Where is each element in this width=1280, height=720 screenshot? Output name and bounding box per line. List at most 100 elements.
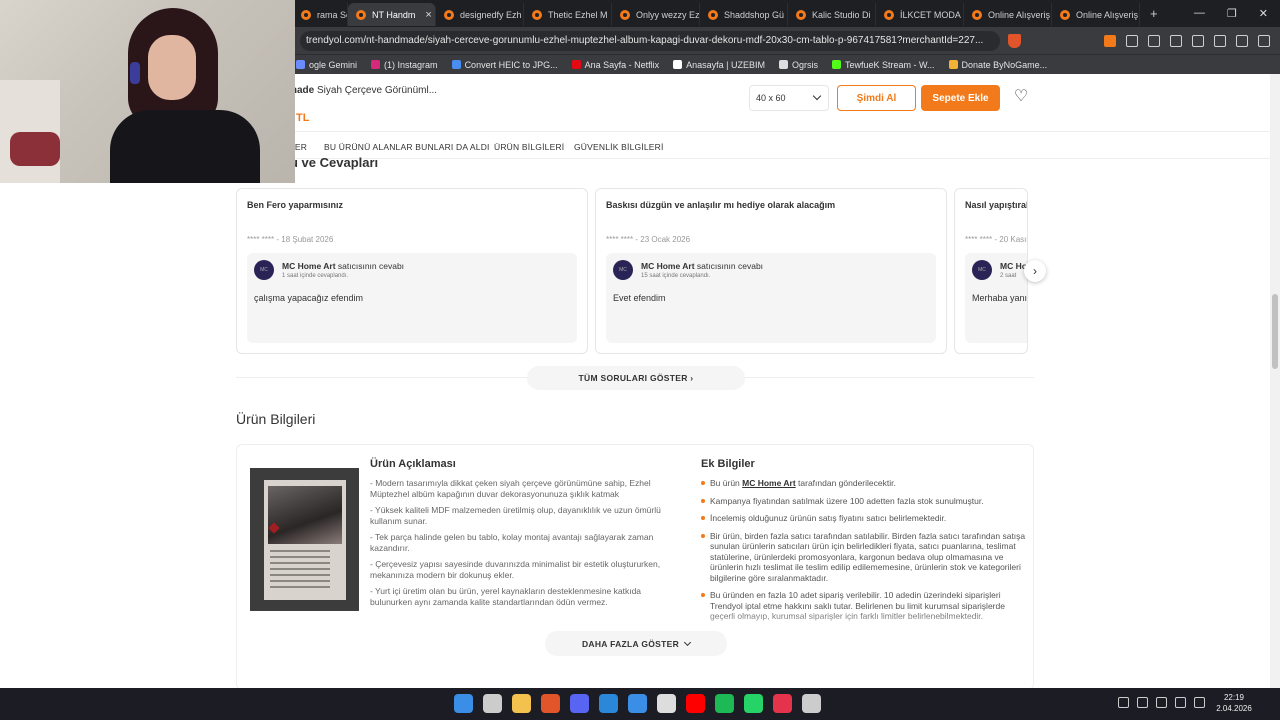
seller-avatar: MC [972, 260, 992, 280]
poster-photo [268, 486, 342, 544]
bookmark-label: TewfueK Stream - W... [845, 59, 935, 70]
clock-date: 2.04.2026 [1216, 704, 1252, 713]
bookmark-label: Anasayfa | UZEBIM [686, 59, 765, 70]
answer-time: 1 saat içinde cevaplandı. [282, 273, 349, 279]
reading-list-icon[interactable] [1148, 34, 1160, 47]
show-more-button[interactable]: DAHA FAZLA GÖSTER [545, 631, 727, 656]
browser-tab[interactable]: Shaddshop Gü [700, 3, 788, 26]
page-scrollbar[interactable] [1270, 74, 1280, 688]
question-card: Nasıl yapıştırabil **** **** - 20 Kasım MC… [954, 188, 1028, 354]
chevron-down-icon [683, 638, 692, 646]
browser-tab[interactable]: Onlyy wezzy Ez [612, 3, 700, 26]
bookmark-favicon-icon [673, 60, 683, 69]
question-card: Ben Fero yaparmısınız **** **** - 18 Şuba… [236, 188, 588, 354]
size-select[interactable]: 40 x 60 [749, 85, 829, 111]
clock-time: 22:19 [1223, 693, 1245, 702]
restore-icon[interactable]: ❐ [1227, 7, 1237, 20]
bookmark-item[interactable]: (1) Instagram [371, 60, 438, 70]
seller-link[interactable]: MC Home Art [742, 478, 796, 488]
taskbar-app-icon[interactable] [715, 694, 734, 713]
microphone-icon[interactable] [1137, 697, 1148, 708]
network-icon[interactable] [1156, 697, 1167, 708]
taskbar-app-icon[interactable] [512, 694, 531, 713]
close-window-icon[interactable]: ✕ [1259, 7, 1268, 20]
browser-tab[interactable]: Kalic Studio Di [788, 3, 876, 26]
url-field[interactable]: trendyol.com/nt-handmade/siyah-cerceve-g… [300, 30, 1000, 51]
clock[interactable]: 22:19 2.04.2026 [1214, 692, 1254, 714]
scrollbar-thumb[interactable] [1272, 294, 1278, 369]
question-meta: **** **** - 20 Kasım [965, 235, 1028, 244]
taskbar-app-icon[interactable] [628, 694, 647, 713]
taskbar-app-icon[interactable] [454, 694, 473, 713]
product-info-title: Ürün Bilgileri [236, 411, 316, 427]
answer-text: Merhaba yanın [972, 293, 1028, 303]
window-controls: — ❐ ✕ [1194, 7, 1280, 20]
browser-tab[interactable]: NT Handm × [348, 3, 436, 26]
seller-name-bold: MC Home Art [641, 261, 695, 271]
tab-favicon-icon [884, 9, 894, 20]
wallet-icon[interactable] [1236, 34, 1248, 47]
chevron-up-icon[interactable] [1118, 697, 1129, 708]
bookmark-item[interactable]: TewfueK Stream - W... [832, 60, 935, 70]
add-to-cart-button[interactable]: Sepete Ekle [921, 85, 1000, 111]
product-title: Siyah Çerçeve Görünüml... [314, 85, 438, 96]
browser-tab[interactable]: İLKCET MODA [876, 3, 964, 26]
bookmark-favicon-icon [371, 60, 381, 69]
tab-favicon-icon [972, 9, 982, 20]
poster-tracklist [270, 550, 330, 590]
nav-tab[interactable]: ÜRÜN BİLGİLERİ [494, 142, 564, 152]
product-info-box: Ürün Açıklaması - Modern tasarımıyla dik… [236, 444, 1034, 690]
description-item: - Tek parça halinde gelen bu tablo, kola… [370, 532, 654, 553]
extra-info-prefix: Bu ürün [710, 478, 743, 488]
browser-tab[interactable]: Thetic Ezhel M [524, 3, 612, 26]
trendyol-extension-icon[interactable] [1104, 34, 1116, 47]
taskbar-app-icon[interactable] [483, 694, 502, 713]
taskbar-app-icon[interactable] [802, 694, 821, 713]
bookmark-item[interactable]: Convert HEIC to JPG... [451, 60, 558, 70]
taskbar-app-icon[interactable] [599, 694, 618, 713]
taskbar-app-icon[interactable] [773, 694, 792, 713]
nav-tab[interactable]: GÜVENLİK BİLGİLERİ [574, 142, 664, 152]
product-price: TL [296, 112, 310, 124]
answer-text: çalışma yapacağız efendim [254, 293, 364, 303]
battery-icon[interactable] [1194, 697, 1205, 708]
nav-tab[interactable]: BU ÜRÜNÜ ALANLAR BUNLARI DA ALDI [324, 142, 490, 152]
carousel-next-icon[interactable]: › [1024, 260, 1046, 282]
minimize-icon[interactable]: — [1194, 7, 1205, 20]
taskbar-app-icon[interactable] [541, 694, 560, 713]
question-text: Nasıl yapıştırabil [965, 200, 1027, 210]
browser-tab[interactable]: rama Sonuçla [293, 3, 348, 26]
bookmark-item[interactable]: Donate ByNoGame... [948, 59, 1048, 70]
new-tab-button[interactable]: + [1140, 6, 1168, 21]
bookmark-item[interactable]: ogle Gemini [296, 60, 357, 70]
description-item: - Çerçevesiz yapısı sayesinde duvarınızd… [370, 559, 661, 580]
close-icon[interactable]: × [425, 9, 431, 21]
bookmark-label: Ogrsis [792, 59, 819, 70]
taskbar-app-icon[interactable] [570, 694, 589, 713]
menu-icon[interactable] [1258, 34, 1270, 47]
bookmark-favicon-icon [296, 60, 305, 69]
volume-icon[interactable] [1175, 697, 1186, 708]
media-icon[interactable] [1170, 34, 1182, 47]
taskbar-app-icon[interactable] [744, 694, 763, 713]
bookmark-item[interactable]: Ana Sayfa - Netflix [571, 60, 659, 70]
favorite-heart-icon[interactable]: ♡ [1012, 88, 1030, 106]
bookmark-label: Donate ByNoGame... [961, 59, 1048, 70]
seller-name-bold: MC Ho [1000, 261, 1027, 271]
tab-title: Thetic Ezhel M [548, 9, 608, 20]
taskbar-app-icon[interactable] [686, 694, 705, 713]
bookmark-item[interactable]: Anasayfa | UZEBIM [673, 60, 765, 70]
taskbar-app-icon[interactable] [657, 694, 676, 713]
brave-shield-icon[interactable] [1008, 33, 1021, 48]
browser-tab[interactable]: Online Alışveriş [964, 3, 1052, 26]
extensions-icon[interactable] [1126, 34, 1138, 47]
bookmark-label: ogle Gemini [309, 59, 358, 70]
leo-ai-icon[interactable] [1214, 34, 1226, 47]
sidebar-icon[interactable] [1192, 34, 1204, 47]
show-all-questions-button[interactable]: TÜM SORULARI GÖSTER › [527, 366, 745, 390]
buy-now-button[interactable]: Şimdi Al [837, 85, 916, 111]
tab-favicon-icon [444, 9, 454, 20]
browser-tab[interactable]: designedfy Ezh [436, 3, 524, 26]
bookmark-item[interactable]: Ogrsis [779, 60, 818, 70]
browser-tab[interactable]: Online Alışveriş [1052, 3, 1140, 26]
